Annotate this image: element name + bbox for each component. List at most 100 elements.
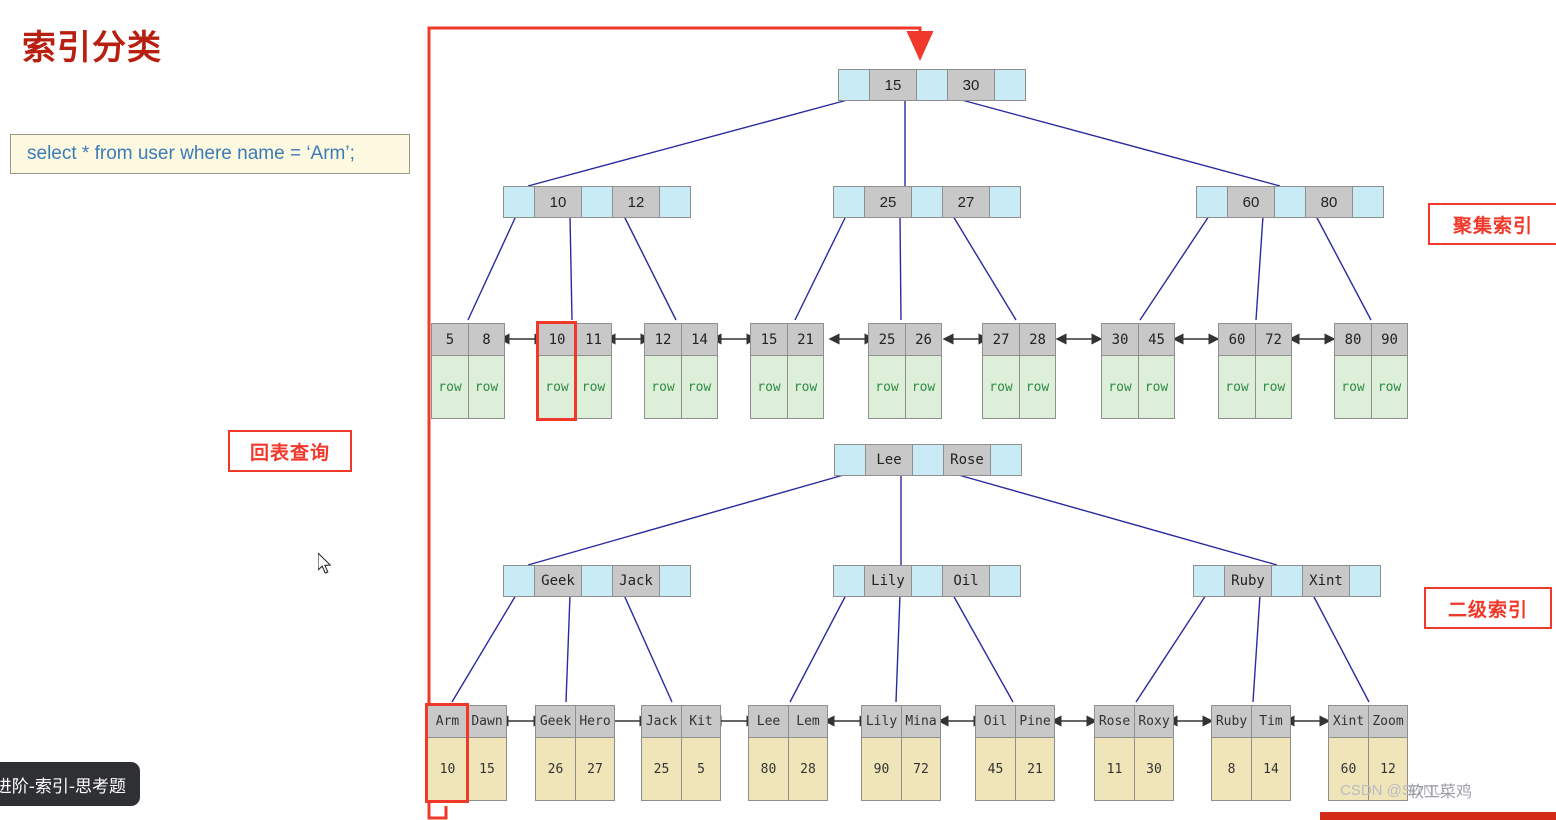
leaf-cell: 45 row [1138,323,1175,419]
leaf-value: 80 [749,738,788,800]
leaf-key: Jack [642,706,681,738]
leaf-cell: 26 row [905,323,942,419]
pointer-cell [1194,566,1225,596]
leaf-row: row [1219,356,1255,418]
leaf-cell-highlighted: Arm 10 [425,703,469,803]
page-title: 索引分类 [22,28,162,68]
leaf-key: 60 [1219,324,1255,356]
key-cell: Lily [865,566,912,596]
leaf-row: row [1139,356,1174,418]
leaf-key: Arm [428,706,467,738]
leaf-value: 10 [428,738,467,800]
pointer-cell [912,566,943,596]
leaf-key: Hero [576,706,614,738]
leaf-key: 5 [432,324,468,356]
leaf-key: 14 [682,324,717,356]
secondary-leaf-node: Rose 11 Roxy 30 [1094,705,1174,801]
leaf-key: 11 [576,324,611,356]
leaf-key: Roxy [1135,706,1173,738]
leaf-key: Ruby [1212,706,1251,738]
leaf-value: 14 [1252,738,1290,800]
secondary-internal-node-1: Geek Jack [503,565,691,597]
key-cell: 30 [948,70,995,100]
leaf-key: Geek [536,706,575,738]
leaf-row: row [432,356,468,418]
sql-query-text: select * from user where name = ‘Arm’; [27,143,355,164]
leaf-key: 72 [1256,324,1291,356]
leaf-row: row [469,356,504,418]
pointer-cell [991,445,1021,475]
leaf-cell: Rose 11 [1094,705,1134,801]
leaf-cell: 5 row [431,323,468,419]
secondary-root-node: Lee Rose [834,444,1022,476]
pointer-cell [660,566,690,596]
clustered-leaf-node: 12 row 14 row [644,323,718,419]
clustered-internal-node-1: 10 12 [503,186,691,218]
clustered-internal-node-3: 60 80 [1196,186,1384,218]
leaf-value: 27 [576,738,614,800]
leaf-cell: 11 row [575,323,612,419]
key-cell: 27 [943,187,990,217]
leaf-key: Pine [1016,706,1054,738]
leaf-value: 28 [789,738,827,800]
clustered-leaf-node: 15 row 21 row [750,323,824,419]
leaf-key: 10 [539,324,575,356]
leaf-value: 5 [682,738,720,800]
pointer-cell [504,187,535,217]
leaf-row: row [869,356,905,418]
pointer-cell [839,70,870,100]
leaf-cell-highlighted: 10 row [536,321,577,421]
leaf-row: row [576,356,611,418]
leaf-cell: 60 row [1218,323,1255,419]
leaf-key: 80 [1335,324,1371,356]
pointer-cell [834,566,865,596]
secondary-leaf-node: Ruby 8 Tim 14 [1211,705,1291,801]
leaf-value: 15 [468,738,506,800]
label-back-to-table-query: 回表查询 [228,430,352,472]
bottom-red-bar [1320,812,1556,820]
label-clustered-index: 聚集索引 [1428,203,1556,245]
leaf-key: 90 [1372,324,1407,356]
leaf-key: 15 [751,324,787,356]
secondary-leaf-node: Jack 25 Kit 5 [641,705,721,801]
leaf-key: Rose [1095,706,1134,738]
key-cell: 60 [1228,187,1275,217]
leaf-cell: Dawn 15 [467,705,507,801]
key-cell: Ruby [1225,566,1272,596]
leaf-cell: Lee 80 [748,705,788,801]
pointer-cell [660,187,690,217]
leaf-cell: 30 row [1101,323,1138,419]
leaf-key: Tim [1252,706,1290,738]
key-cell: 10 [535,187,582,217]
leaf-cell: Lily 90 [861,705,901,801]
leaf-value: 8 [1212,738,1251,800]
leaf-row: row [1335,356,1371,418]
leaf-row: row [1372,356,1407,418]
pointer-cell [504,566,535,596]
leaf-cell: 15 row [750,323,787,419]
leaf-row: row [983,356,1019,418]
clustered-leaf-node: 80 row 90 row [1334,323,1408,419]
leaf-key: Lily [862,706,901,738]
sql-query-box: select * from user where name = ‘Arm’; [10,134,410,174]
leaf-row: row [682,356,717,418]
leaf-row: row [751,356,787,418]
taskbar-tooltip[interactable]: 进阶-索引-思考题 [0,762,140,806]
leaf-row: row [1102,356,1138,418]
pointer-cell [990,566,1020,596]
leaf-cell: 28 row [1019,323,1056,419]
leaf-key: 25 [869,324,905,356]
key-cell: Geek [535,566,582,596]
author-watermark: 软工菜鸡 [1408,782,1473,801]
leaf-cell: 27 row [982,323,1019,419]
key-cell: 80 [1306,187,1353,217]
leaf-key: Xint [1329,706,1368,738]
leaf-key: Mina [902,706,940,738]
secondary-leaf-node: Oil 45 Pine 21 [975,705,1055,801]
pointer-cell [582,566,613,596]
clustered-internal-node-2: 25 27 [833,186,1021,218]
leaf-key: Kit [682,706,720,738]
leaf-cell: Hero 27 [575,705,615,801]
leaf-value: 45 [976,738,1015,800]
leaf-key: Zoom [1369,706,1407,738]
